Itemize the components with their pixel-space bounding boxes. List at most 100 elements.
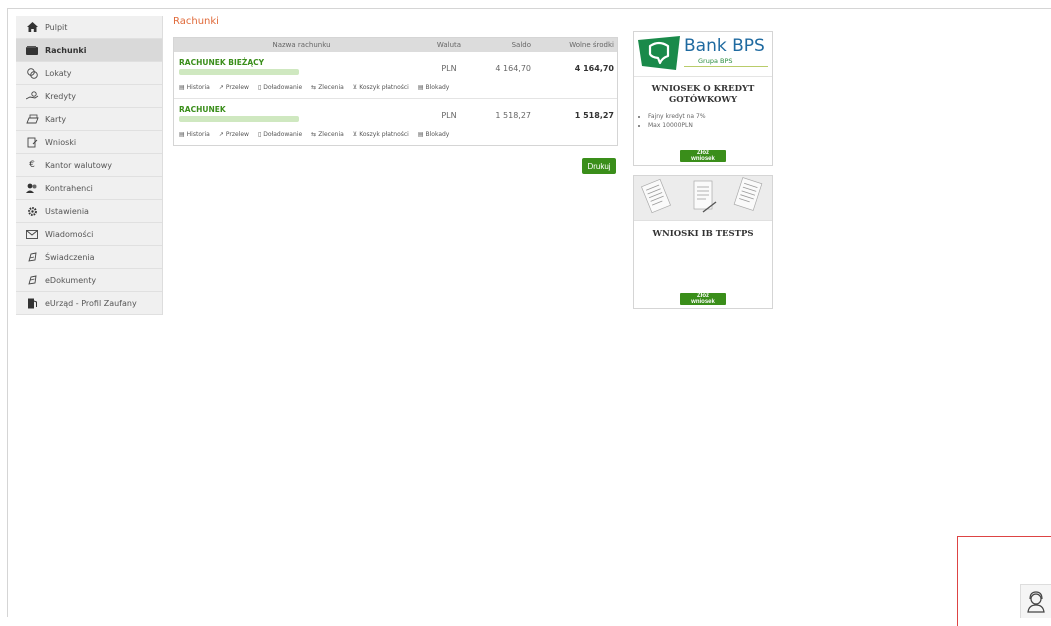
- sidebar-item-wnioski[interactable]: Wnioski: [16, 131, 162, 154]
- table-row: RACHUNEK BIEŻĄCY PLN 4 164,70 4 164,70 ▤…: [174, 52, 617, 99]
- apply-loan-button[interactable]: Złóż wniosek: [680, 150, 726, 162]
- history-link[interactable]: ▤ Historia: [179, 131, 210, 138]
- blocks-link[interactable]: ▤ Blokady: [418, 131, 450, 138]
- sidebar-item-swiadczenia[interactable]: Świadczenia: [16, 246, 162, 269]
- benefits-icon: [25, 251, 39, 263]
- applications-promo-card: WNIOSKI IB TESTPS Złóż wniosek: [633, 175, 773, 309]
- sidebar-item-ustawienia[interactable]: Ustawienia: [16, 200, 162, 223]
- sidebar-item-pulpit[interactable]: Pulpit: [16, 16, 162, 39]
- card-title-line1: WNIOSEK O KREDYT: [651, 84, 755, 94]
- column-header-name: Nazwa rachunku: [272, 41, 331, 49]
- account-available: 4 164,70: [574, 64, 614, 73]
- repeat-icon: ⇆: [311, 84, 317, 91]
- frame-top-border: [7, 8, 1051, 9]
- orders-link[interactable]: ⇆ Zlecenia: [311, 84, 344, 91]
- sidebar-item-label: Kredyty: [45, 91, 76, 101]
- repeat-icon: ⇆: [311, 131, 317, 138]
- gear-icon: [25, 206, 39, 217]
- home-icon: [25, 22, 39, 32]
- sidebar-item-lokaty[interactable]: Lokaty: [16, 62, 162, 85]
- sidebar-item-label: Świadczenia: [45, 252, 95, 262]
- transfer-link[interactable]: ↗ Przelew: [219, 131, 249, 138]
- accounts-table: Nazwa rachunku Waluta Saldo Wolne środki…: [173, 37, 618, 146]
- sidebar-item-kontrahenci[interactable]: Kontrahenci: [16, 177, 162, 200]
- payment-basket-link[interactable]: ⊻ Koszyk płatności: [353, 84, 409, 91]
- account-actions: ▤ Historia ↗ Przelew ▯ Doładowanie ⇆ Zleceni…: [179, 84, 449, 91]
- transfer-icon: ↗: [218, 131, 224, 138]
- sidebar-item-karty[interactable]: Karty: [16, 108, 162, 131]
- list-icon: ▤: [417, 84, 424, 91]
- account-name[interactable]: RACHUNEK BIEŻĄCY: [179, 58, 264, 67]
- sidebar-item-label: eUrząd - Profil Zaufany: [45, 298, 137, 308]
- documents-icon: [641, 177, 763, 214]
- hand-money-icon: [25, 91, 39, 101]
- orders-link[interactable]: ⇆ Zlecenia: [311, 131, 344, 138]
- phone-icon: ▯: [257, 84, 262, 91]
- sidebar-item-eurzad[interactable]: eUrząd - Profil Zaufany: [16, 292, 162, 315]
- phone-icon: ▯: [257, 131, 262, 138]
- column-header-available: Wolne środki: [569, 41, 614, 49]
- account-actions: ▤ Historia ↗ Przelew ▯ Doładowanie ⇆ Zleceni…: [179, 131, 449, 138]
- sidebar-item-label: Kantor walutowy: [45, 160, 112, 170]
- topup-link[interactable]: ▯ Doładowanie: [258, 84, 302, 91]
- transfer-link[interactable]: ↗ Przelew: [219, 84, 249, 91]
- card-icon: [25, 114, 39, 124]
- sidebar-item-label: Karty: [45, 114, 67, 124]
- apply-application-button[interactable]: Złóż wniosek: [680, 293, 726, 305]
- history-link[interactable]: ▤ Historia: [179, 84, 210, 91]
- column-header-balance: Saldo: [511, 41, 531, 49]
- form-icon: [25, 137, 39, 148]
- account-number-blurred: [179, 116, 299, 122]
- list-item: Max 10000PLN: [648, 121, 772, 130]
- bank-group-name: Grupa BPS: [698, 57, 733, 65]
- sidebar-item-label: Lokaty: [45, 68, 72, 78]
- sidebar-item-label: Wiadomości: [45, 229, 94, 239]
- consultant-icon: [1027, 590, 1045, 613]
- cart-icon: ⊻: [352, 131, 358, 138]
- documents-illustration: [634, 176, 772, 221]
- card-title: WNIOSKI IB TESTPS: [652, 229, 754, 239]
- account-currency: PLN: [441, 64, 457, 73]
- sidebar-item-label: Rachunki: [45, 45, 87, 55]
- account-number-blurred: [179, 69, 299, 75]
- cart-icon: ⊻: [352, 84, 358, 91]
- transfer-icon: ↗: [218, 84, 224, 91]
- sidebar-item-wiadomosci[interactable]: Wiadomości: [16, 223, 162, 246]
- account-balance: 1 518,27: [495, 111, 531, 120]
- loan-promo-card: Bank BPS Grupa BPS WNIOSEK O KREDYT GOTÓ…: [633, 31, 773, 166]
- euro-icon: €: [29, 160, 35, 170]
- table-row: RACHUNEK PLN 1 518,27 1 518,27 ▤ Historia…: [174, 99, 617, 145]
- sidebar: Pulpit Rachunki Lokaty Kredyty Karty Wni…: [16, 16, 163, 315]
- sidebar-item-edokumenty[interactable]: eDokumenty: [16, 269, 162, 292]
- accounts-table-header: Nazwa rachunku Waluta Saldo Wolne środki: [174, 38, 617, 52]
- bank-logo: Bank BPS Grupa BPS: [634, 32, 772, 77]
- blocks-link[interactable]: ▤ Blokady: [418, 84, 450, 91]
- bps-logo-icon: [638, 36, 680, 70]
- topup-link[interactable]: ▯ Doładowanie: [258, 131, 302, 138]
- logo-underline: [684, 66, 768, 67]
- print-button[interactable]: Drukuj: [582, 158, 616, 174]
- sidebar-item-label: Wnioski: [45, 137, 77, 147]
- sidebar-item-label: Ustawienia: [45, 206, 89, 216]
- account-balance: 4 164,70: [495, 64, 531, 73]
- sidebar-item-label: eDokumenty: [45, 275, 97, 285]
- card-title-line2: GOTÓWKOWY: [668, 95, 738, 105]
- sidebar-item-rachunki[interactable]: Rachunki: [16, 39, 162, 62]
- list-item: Fajny kredyt na 7%: [648, 112, 772, 121]
- sidebar-item-label: Kontrahenci: [45, 183, 93, 193]
- contacts-icon: [25, 183, 39, 193]
- list-icon: ▤: [179, 84, 185, 91]
- wallet-icon: [25, 45, 39, 55]
- card-bullets: Fajny kredyt na 7% Max 10000PLN: [634, 112, 772, 130]
- payment-basket-link[interactable]: ⊻ Koszyk płatności: [353, 131, 409, 138]
- sidebar-item-kredyty[interactable]: Kredyty: [16, 85, 162, 108]
- coins-icon: [25, 67, 39, 79]
- page-title: Rachunki: [173, 16, 219, 27]
- eoffice-icon: [25, 298, 39, 309]
- consultant-help-button[interactable]: [1020, 584, 1051, 618]
- column-header-currency: Waluta: [436, 41, 462, 49]
- sidebar-item-kantor[interactable]: € Kantor walutowy: [16, 154, 162, 177]
- frame-left-border: [7, 8, 8, 617]
- edocument-icon: [25, 274, 39, 286]
- account-name[interactable]: RACHUNEK: [179, 105, 226, 114]
